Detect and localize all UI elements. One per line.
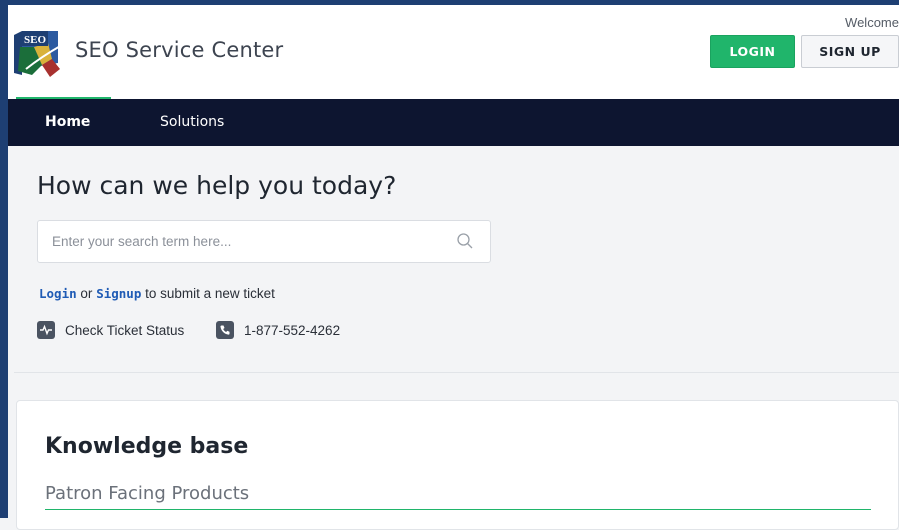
welcome-text: Welcome — [845, 15, 899, 30]
main-nav: Home Solutions — [8, 97, 899, 146]
activity-icon — [37, 321, 55, 339]
site-title[interactable]: SEO Service Center — [75, 38, 283, 62]
signup-link[interactable]: Signup — [96, 286, 141, 301]
phone-icon — [216, 321, 234, 339]
phone-number: 1-877-552-4262 — [244, 322, 341, 338]
check-ticket-status-label: Check Ticket Status — [65, 322, 185, 338]
active-tab-indicator — [16, 97, 111, 99]
phone-link[interactable]: 1-877-552-4262 — [216, 321, 340, 339]
or-text: or — [80, 286, 93, 301]
seo-logo-icon[interactable]: SEO — [12, 25, 66, 79]
signup-button[interactable]: SIGN UP — [801, 35, 899, 68]
kb-category-underline — [45, 509, 871, 510]
svg-text:SEO: SEO — [24, 34, 46, 46]
ticket-prompt: Login or Signup to submit a new ticket — [39, 286, 275, 301]
knowledge-base-card: Knowledge base Patron Facing Products — [16, 400, 899, 530]
login-link[interactable]: Login — [39, 286, 77, 301]
search-icon[interactable] — [456, 232, 474, 250]
search-input[interactable] — [38, 221, 462, 262]
submit-ticket-text: to submit a new ticket — [145, 286, 275, 301]
search-box — [37, 220, 491, 263]
nav-item-solutions[interactable]: Solutions — [160, 114, 224, 130]
window-frame-left — [0, 0, 8, 518]
help-hero: How can we help you today? Login or Sign… — [14, 146, 899, 373]
page-title: How can we help you today? — [37, 171, 397, 200]
kb-category-patron-facing-products[interactable]: Patron Facing Products — [45, 483, 249, 504]
nav-item-home[interactable]: Home — [45, 114, 90, 130]
check-ticket-status-link[interactable]: Check Ticket Status — [37, 321, 184, 339]
knowledge-base-title: Knowledge base — [45, 434, 249, 459]
site-header: SEO SEO Service Center Welcome LOGIN SIG… — [8, 5, 899, 99]
login-button[interactable]: LOGIN — [710, 35, 795, 68]
